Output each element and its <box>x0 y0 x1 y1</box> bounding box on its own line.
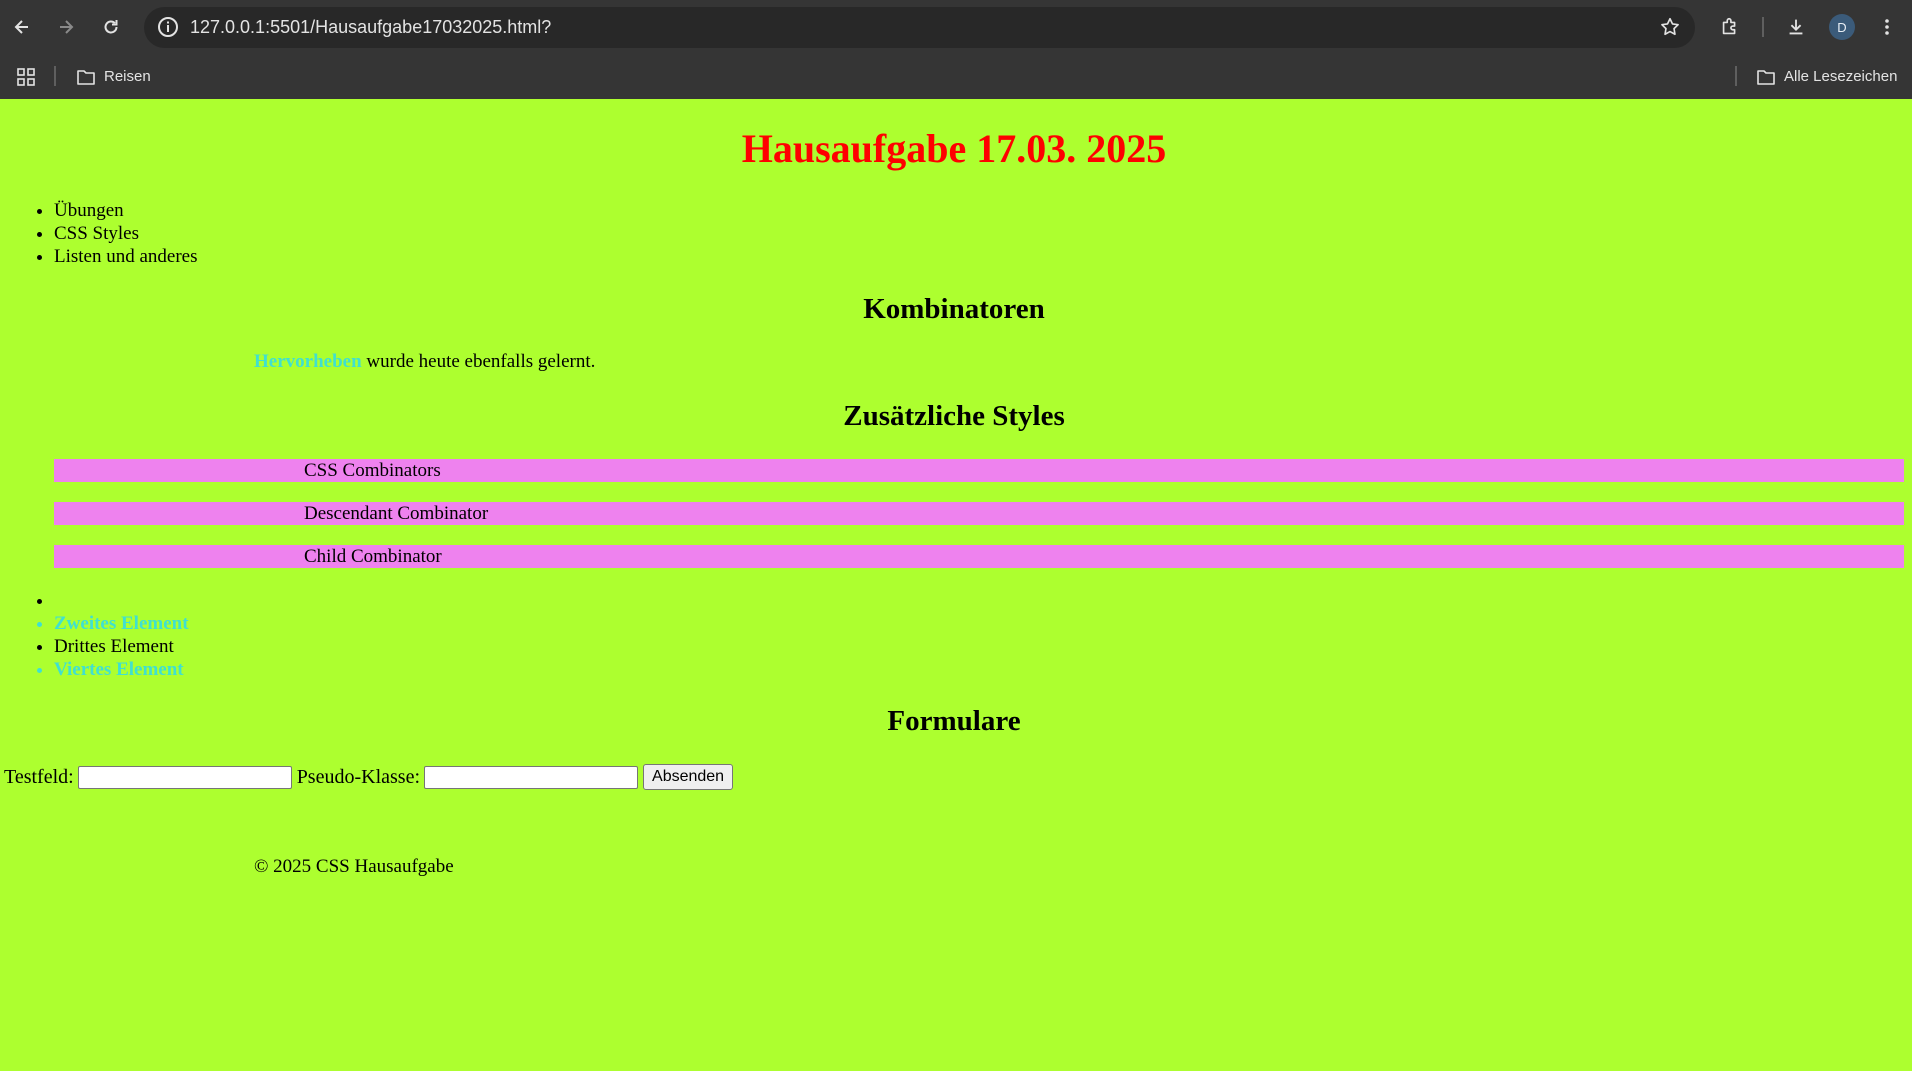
downloads-button[interactable] <box>1779 10 1813 44</box>
forward-button[interactable] <box>49 10 83 44</box>
style-bar: Child Combinator <box>54 545 1904 568</box>
more-vert-icon <box>1885 19 1889 35</box>
arrow-left-icon <box>14 20 28 34</box>
paragraph-text: wurde heute ebenfalls gelernt. <box>361 351 596 372</box>
folder-icon <box>77 69 95 85</box>
style-bar-label: Descendant Combinator <box>304 503 489 524</box>
style-bar: Descendant Combinator <box>54 502 1904 525</box>
bookmarks-bar: Reisen Alle Lesezeichen <box>0 54 1912 99</box>
list-item: Zweites Element <box>54 612 189 635</box>
bookmark-folder-label: Reisen <box>104 68 151 85</box>
heading-zusaetzliche-styles: Zusätzliche Styles <box>843 400 1065 432</box>
heading-kombinatoren: Kombinatoren <box>863 293 1045 325</box>
bookmark-folder-reisen[interactable]: Reisen <box>76 54 151 99</box>
highlight-text: Hervorheben <box>254 351 362 372</box>
element-list: Zweites Element Drittes Element Viertes … <box>0 589 189 681</box>
extensions-button[interactable] <box>1713 10 1747 44</box>
menu-button[interactable] <box>1870 10 1904 44</box>
nav-item: CSS Styles <box>54 222 198 245</box>
back-button[interactable] <box>5 10 39 44</box>
list-item-empty <box>54 589 189 612</box>
nav-item: Übungen <box>54 199 198 222</box>
url-text[interactable]: 127.0.0.1:5501/Hausaufgabe17032025.html? <box>190 7 551 48</box>
site-info-icon[interactable] <box>156 15 180 44</box>
page-title: Hausaufgabe 17.03. 2025 <box>741 126 1167 171</box>
list-item: Drittes Element <box>54 635 189 658</box>
reload-button[interactable] <box>94 10 128 44</box>
testfeld-input[interactable] <box>77 765 292 789</box>
combinator-paragraph: Hervorheben wurde heute ebenfalls gelern… <box>254 350 595 374</box>
toolbar-divider <box>1762 17 1764 37</box>
footer-text: © 2025 CSS Hausaufgabe <box>254 856 454 877</box>
browser-chrome: 127.0.0.1:5501/Hausaufgabe17032025.html?… <box>0 0 1912 99</box>
puzzle-icon <box>1722 17 1736 35</box>
style-bar-label: Child Combinator <box>304 546 442 567</box>
nav-list: Übungen CSS Styles Listen und anderes <box>0 199 198 268</box>
pseudo-klasse-input[interactable] <box>424 765 639 789</box>
address-bar[interactable]: 127.0.0.1:5501/Hausaufgabe17032025.html? <box>144 7 1695 48</box>
submit-button[interactable]: Absenden <box>643 764 734 790</box>
apps-grid-icon <box>17 67 35 86</box>
browser-toolbar: 127.0.0.1:5501/Hausaufgabe17032025.html?… <box>0 0 1912 54</box>
arrow-right-icon <box>60 20 74 34</box>
pseudo-klasse-label: Pseudo-Klasse: <box>296 765 421 788</box>
apps-button[interactable] <box>16 54 44 99</box>
folder-icon <box>1757 69 1775 85</box>
profile-avatar[interactable]: D <box>1829 14 1855 40</box>
list-item: Viertes Element <box>54 658 189 681</box>
heading-formulare: Formulare <box>887 705 1021 737</box>
test-form: Testfeld: Pseudo-Klasse: Absenden <box>4 763 734 791</box>
bookmarks-divider-right <box>1735 66 1737 86</box>
bookmarks-divider <box>54 66 56 86</box>
bookmark-star-icon[interactable] <box>1659 16 1681 43</box>
testfeld-label: Testfeld: <box>4 765 74 788</box>
nav-item: Listen und anderes <box>54 245 198 268</box>
style-bar-label: CSS Combinators <box>304 460 441 481</box>
reload-icon <box>104 20 118 34</box>
download-icon <box>1789 19 1803 35</box>
all-bookmarks-label: Alle Lesezeichen <box>1784 68 1898 85</box>
page-content: Hausaufgabe 17.03. 2025 Übungen CSS Styl… <box>0 99 1912 1071</box>
style-bar: CSS Combinators <box>54 459 1904 482</box>
all-bookmarks-button[interactable]: Alle Lesezeichen <box>1756 54 1897 99</box>
